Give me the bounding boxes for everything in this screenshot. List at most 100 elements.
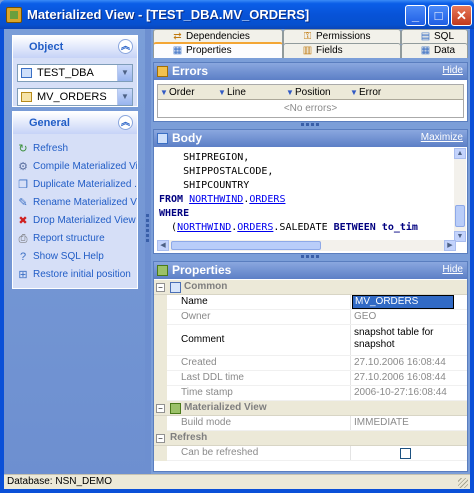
general-actions-list: ↻ Refresh ⚙ Compile Materialized View ❐ Dupli…: [13, 134, 137, 284]
general-group-header[interactable]: General ︽: [13, 112, 137, 134]
category-common[interactable]: − Common: [154, 280, 467, 295]
table-icon: [21, 92, 32, 102]
tab-properties[interactable]: ▦ Properties: [153, 42, 283, 58]
scroll-left-icon[interactable]: ◀: [157, 240, 169, 251]
general-action-label: Compile Materialized View: [33, 161, 137, 172]
schema-link[interactable]: NORTHWIND: [177, 222, 231, 233]
horizontal-scrollbar[interactable]: ◀ ▶: [157, 240, 456, 251]
refresh-icon: ↻: [18, 143, 28, 155]
errors-hide-link[interactable]: Hide: [442, 65, 463, 76]
body-maximize-link[interactable]: Maximize: [421, 132, 463, 143]
collapse-icon[interactable]: −: [156, 283, 165, 292]
maximize-button[interactable]: □: [428, 5, 449, 26]
collapse-icon[interactable]: ︽: [118, 39, 133, 54]
can-be-refreshed-checkbox[interactable]: [400, 448, 411, 459]
general-action-6[interactable]: ? Show SQL Help: [13, 248, 137, 266]
code-line: SHIPCOUNTRY: [159, 180, 250, 191]
table-link[interactable]: ORDERS: [249, 194, 285, 205]
object-group-header[interactable]: Object ︽: [13, 36, 137, 58]
client-area: Object ︽ TEST_DBA ▼ MV_ORDERS ▼ General: [4, 29, 470, 489]
property-row-time-stamp[interactable]: Time stamp 2006-10-27:16:08:44: [154, 386, 467, 401]
property-row-comment[interactable]: Comment snapshot table for snapshot: [154, 325, 467, 356]
general-action-7[interactable]: ⊞ Restore initial position: [13, 266, 137, 284]
code-line: FROM NORTHWIND.ORDERS: [159, 194, 286, 205]
property-row-last-ddl-time[interactable]: Last DDL time 27.10.2006 16:08:44: [154, 371, 467, 386]
code-line: (NORTHWIND.ORDERS.SALEDATE BETWEEN to_ti…: [159, 222, 418, 233]
general-action-label: Drop Materialized View: [33, 215, 136, 226]
title-bar[interactable]: Materialized View - [TEST_DBA.MV_ORDERS]…: [0, 0, 474, 29]
object-group: Object ︽ TEST_DBA ▼ MV_ORDERS ▼: [12, 35, 138, 107]
tab-sql-label: SQL: [434, 31, 455, 42]
sql-editor[interactable]: SHIPREGION, SHIPPOSTALCODE, SHIPCOUNTRY …: [157, 151, 456, 239]
window-title: Materialized View - [TEST_DBA.MV_ORDERS]: [27, 7, 310, 22]
resize-grip-icon[interactable]: [458, 478, 468, 488]
database-icon: [21, 68, 32, 78]
general-action-1[interactable]: ⚙ Compile Materialized View: [13, 158, 137, 176]
schema-select[interactable]: TEST_DBA ▼: [17, 64, 133, 82]
scroll-up-icon[interactable]: ▲: [454, 148, 466, 159]
editor-area: ⇄ Dependencies ⚿ Permissions ▤ SQL ▦ Pro…: [151, 29, 470, 474]
table-link[interactable]: ORDERS: [237, 222, 273, 233]
chevron-down-icon[interactable]: ▼: [117, 65, 132, 81]
tab-strip: ⇄ Dependencies ⚿ Permissions ▤ SQL ▦ Pro…: [151, 29, 470, 58]
scroll-right-icon[interactable]: ▶: [444, 240, 456, 251]
property-grid[interactable]: − Common Name MV_ORDERS Owner GEO Commen…: [154, 280, 467, 468]
property-row-created[interactable]: Created 27.10.2006 16:08:44: [154, 356, 467, 371]
data-icon: ▦: [420, 45, 431, 56]
scroll-thumb[interactable]: [455, 205, 465, 227]
collapse-icon[interactable]: −: [156, 404, 165, 413]
collapse-icon[interactable]: −: [156, 434, 165, 443]
object-group-title: Object: [29, 41, 64, 53]
scroll-thumb[interactable]: [171, 241, 321, 250]
general-action-0[interactable]: ↻ Refresh: [13, 140, 137, 158]
general-action-label: Report structure: [33, 233, 105, 244]
printer-icon: ⎙: [18, 233, 28, 245]
key-icon: ⚿: [303, 31, 312, 42]
property-row-owner[interactable]: Owner GEO: [154, 310, 467, 325]
name-value-field[interactable]: MV_ORDERS: [352, 295, 454, 309]
body-panel-header: Body Maximize: [154, 130, 467, 147]
column-error[interactable]: ▼Error: [350, 86, 381, 99]
general-action-3[interactable]: ✎ Rename Materialized Vie...: [13, 194, 137, 212]
code-line: WHERE: [159, 208, 190, 219]
tab-permissions-label: Permissions: [316, 31, 371, 42]
property-row-name[interactable]: Name MV_ORDERS: [154, 295, 467, 310]
errors-grid-header: ▼Order ▼Line ▼Position ▼Error: [158, 85, 463, 100]
column-position[interactable]: ▼Position: [286, 86, 331, 99]
errors-icon: [157, 66, 168, 77]
object-select[interactable]: MV_ORDERS ▼: [17, 88, 133, 106]
collapse-icon[interactable]: ︽: [118, 115, 133, 130]
column-filter-icon: ▼: [218, 88, 226, 97]
minimize-button[interactable]: _: [405, 5, 426, 26]
status-bar: Database: NSN_DEMO: [4, 474, 470, 489]
body-panel: Body Maximize SHIPREGION, SHIPPOSTALCODE…: [153, 129, 468, 254]
general-action-label: Show SQL Help: [33, 251, 104, 262]
errors-panel-title: Errors: [172, 64, 209, 78]
category-materialized-view[interactable]: − Materialized View: [154, 401, 467, 416]
column-line[interactable]: ▼Line: [218, 86, 246, 99]
properties-hide-link[interactable]: Hide: [442, 264, 463, 275]
close-button[interactable]: ✕: [451, 5, 472, 26]
vertical-scrollbar[interactable]: ▲ ▼: [454, 148, 466, 242]
body-icon: [157, 133, 168, 144]
general-group: General ︽ ↻ Refresh ⚙ Compile Materialized …: [12, 111, 138, 289]
general-action-label: Duplicate Materialized ...: [33, 179, 137, 190]
tab-fields[interactable]: ▥ Fields: [283, 43, 401, 58]
column-order[interactable]: ▼Order: [160, 86, 195, 99]
general-action-2[interactable]: ❐ Duplicate Materialized ...: [13, 176, 137, 194]
property-row-can-be-refreshed[interactable]: Can be refreshed: [154, 446, 467, 461]
errors-panel-header: Errors Hide: [154, 63, 467, 80]
tab-data[interactable]: ▦ Data: [401, 43, 468, 58]
property-row-build-mode[interactable]: Build mode IMMEDIATE: [154, 416, 467, 431]
schema-link[interactable]: NORTHWIND: [189, 194, 243, 205]
general-action-4[interactable]: ✖ Drop Materialized View: [13, 212, 137, 230]
tab-permissions[interactable]: ⚿ Permissions: [283, 29, 401, 44]
tab-sql[interactable]: ▤ SQL: [401, 29, 468, 44]
general-action-5[interactable]: ⎙ Report structure: [13, 230, 137, 248]
category-refresh[interactable]: − Refresh: [154, 431, 467, 446]
errors-grid[interactable]: ▼Order ▼Line ▼Position ▼Error <No errors…: [157, 84, 464, 118]
chevron-down-icon[interactable]: ▼: [117, 89, 132, 105]
errors-body-splitter[interactable]: [153, 122, 468, 128]
duplicate-icon: ❐: [18, 179, 28, 191]
body-properties-splitter[interactable]: [153, 254, 468, 260]
